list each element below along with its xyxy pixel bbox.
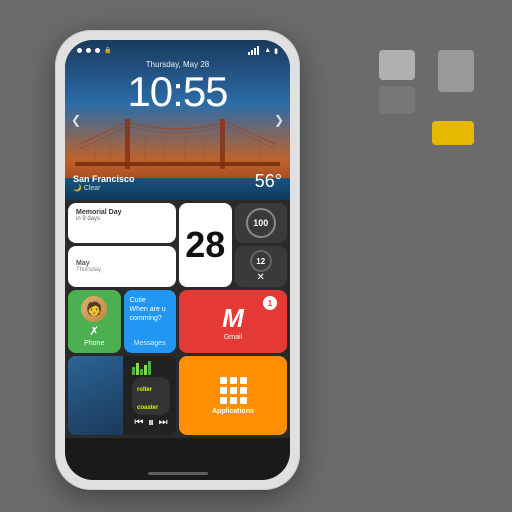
temperature-display: 56° bbox=[255, 171, 282, 192]
music-content: roller coaster ⏮ ⏸ ⏭ bbox=[132, 361, 170, 430]
datetime-overlay: Thursday, May 28 10:55 bbox=[65, 60, 290, 113]
equalizer-bars bbox=[132, 361, 170, 375]
eq-bar-1 bbox=[132, 367, 135, 375]
circle-100-value: 100 bbox=[253, 218, 268, 228]
calendar-day-number: 28 bbox=[185, 227, 225, 263]
status-dot-1 bbox=[77, 48, 82, 53]
memorial-subtitle: in 9 days bbox=[76, 216, 168, 222]
music-controls[interactable]: ⏮ ⏸ ⏭ bbox=[132, 415, 170, 430]
signal-bar-3 bbox=[254, 48, 256, 55]
message-text: When are u comming? bbox=[130, 305, 171, 323]
weekday-label: Thursday bbox=[76, 267, 101, 273]
widget-phone-app[interactable]: 🧑 ✗ Phone bbox=[68, 290, 121, 353]
status-dot-2 bbox=[86, 48, 91, 53]
status-bar: 🔒 ▲ ▮ bbox=[65, 46, 290, 55]
widget-grid: Memorial Day in 9 days 28 100 May bbox=[65, 200, 290, 438]
gmail-app-label: Gmail bbox=[224, 334, 242, 341]
circle-100-ring: 100 bbox=[246, 208, 276, 238]
moon-icon: 🌙 bbox=[73, 184, 82, 192]
status-dot-3 bbox=[95, 48, 100, 53]
apps-grid-icon bbox=[220, 377, 247, 404]
song-title: roller coaster bbox=[137, 387, 158, 411]
signal-bar-1 bbox=[248, 52, 250, 55]
lock-icon: 🔒 bbox=[104, 47, 111, 54]
weather-condition: 🌙 Clear bbox=[73, 184, 135, 192]
city-name: San Francisco bbox=[73, 174, 135, 184]
phone-screen: 🔒 ▲ ▮ Thursday, Ma bbox=[65, 40, 290, 480]
play-pause-button[interactable]: ⏸ bbox=[148, 415, 154, 430]
logo-block-tl bbox=[379, 50, 415, 80]
app-dot-4 bbox=[220, 387, 227, 394]
app-dot-8 bbox=[230, 397, 237, 404]
app-dot-1 bbox=[220, 377, 227, 384]
app-logo bbox=[379, 50, 474, 145]
logo-block-ml bbox=[379, 86, 415, 114]
prev-button[interactable]: ⏮ bbox=[134, 417, 143, 428]
app-dot-3 bbox=[240, 377, 247, 384]
home-indicator[interactable] bbox=[148, 472, 208, 475]
eq-bar-2 bbox=[136, 363, 139, 375]
widget-memorial-day[interactable]: Memorial Day in 9 days bbox=[68, 203, 176, 243]
circle-12-value: 12 bbox=[256, 257, 265, 266]
app-dot-5 bbox=[230, 387, 237, 394]
signal-bars bbox=[248, 46, 259, 55]
signal-bar-2 bbox=[251, 50, 253, 55]
widget-calendar-number[interactable]: 28 bbox=[179, 203, 232, 287]
month-label: May bbox=[76, 260, 101, 267]
gmail-letter: M bbox=[222, 303, 244, 334]
widget-circle-100[interactable]: 100 bbox=[235, 203, 288, 243]
app-dot-7 bbox=[220, 397, 227, 404]
eq-bar-5 bbox=[148, 361, 151, 375]
message-preview: Cutie When are u comming? bbox=[130, 296, 171, 323]
app-dot-9 bbox=[240, 397, 247, 404]
nav-left-arrow[interactable]: ❮ bbox=[71, 113, 81, 127]
signal-bar-4 bbox=[257, 46, 259, 55]
arrow-down-icon: ✕ bbox=[257, 272, 265, 283]
eq-bar-4 bbox=[144, 365, 147, 375]
eq-bar-3 bbox=[140, 369, 143, 375]
weather-left: San Francisco 🌙 Clear bbox=[73, 174, 135, 192]
widget-gmail-app[interactable]: 1 M Gmail bbox=[179, 290, 287, 353]
phone-mockup: 🔒 ▲ ▮ Thursday, Ma bbox=[55, 30, 300, 490]
phone-shell: 🔒 ▲ ▮ Thursday, Ma bbox=[55, 30, 300, 490]
status-icons-right: ▲ ▮ bbox=[248, 46, 278, 55]
hero-photo: 🔒 ▲ ▮ Thursday, Ma bbox=[65, 40, 290, 200]
message-sender: Cutie bbox=[130, 296, 171, 305]
battery-icon: ▮ bbox=[274, 47, 278, 55]
wifi-icon: ▲ bbox=[264, 47, 271, 54]
song-name-pill: roller coaster bbox=[132, 377, 170, 415]
app-dot-6 bbox=[240, 387, 247, 394]
widget-month-weekday[interactable]: May Thursday bbox=[68, 246, 176, 287]
album-art bbox=[68, 356, 123, 435]
time-display: 10:55 bbox=[65, 71, 290, 113]
gmail-badge-count: 1 bbox=[268, 299, 272, 308]
phone-app-label: Phone bbox=[84, 340, 104, 347]
widget-messages-app[interactable]: Cutie When are u comming? Messages bbox=[124, 290, 177, 353]
logo-block-tr bbox=[438, 50, 474, 92]
circle-12-ring: 12 bbox=[250, 250, 272, 272]
nav-right-arrow[interactable]: ❯ bbox=[274, 113, 284, 127]
widget-applications[interactable]: Applications bbox=[179, 356, 287, 435]
messages-app-label: Messages bbox=[134, 340, 166, 347]
memorial-title: Memorial Day bbox=[76, 209, 168, 216]
logo-block-br bbox=[432, 121, 474, 145]
status-icons-left: 🔒 bbox=[77, 47, 111, 54]
next-button[interactable]: ⏭ bbox=[159, 417, 168, 428]
month-weekday-text: May Thursday bbox=[76, 260, 101, 273]
widget-music-player[interactable]: roller coaster ⏮ ⏸ ⏭ bbox=[68, 356, 176, 435]
date-display: Thursday, May 28 bbox=[65, 60, 290, 69]
widget-circle-12[interactable]: 12 ✕ bbox=[235, 246, 288, 287]
weather-bar: San Francisco 🌙 Clear 56° bbox=[73, 171, 282, 192]
gmail-badge: 1 bbox=[263, 296, 277, 310]
contact-avatar: 🧑 bbox=[81, 296, 107, 322]
applications-label: Applications bbox=[212, 408, 254, 415]
missed-call-icon: ✗ bbox=[89, 324, 99, 338]
app-dot-2 bbox=[230, 377, 237, 384]
